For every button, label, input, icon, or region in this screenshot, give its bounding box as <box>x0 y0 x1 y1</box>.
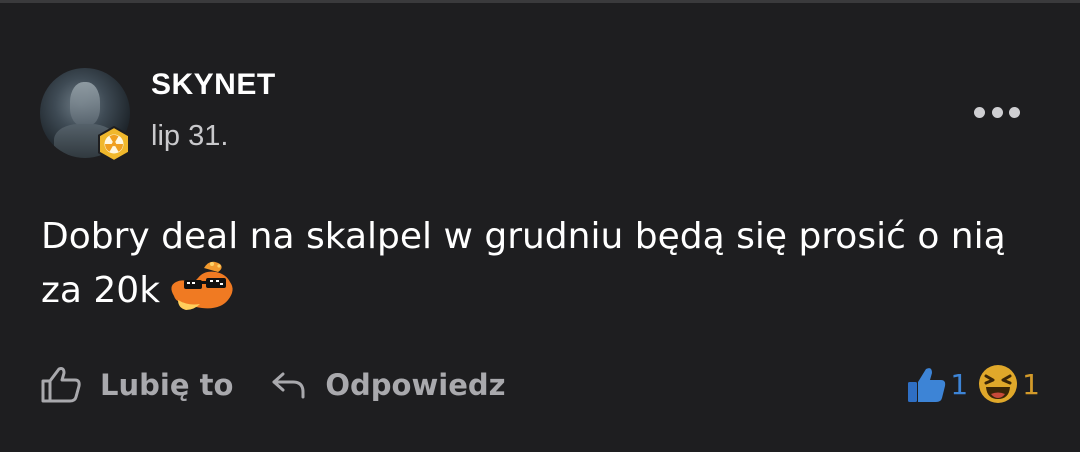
haha-count: 1 <box>1022 367 1040 401</box>
dot <box>1009 106 1020 118</box>
laughing-face-icon <box>979 365 1018 403</box>
comment-text-line: za 20k <box>41 270 161 311</box>
dot <box>974 106 985 118</box>
like-reaction[interactable]: 1 <box>904 362 968 406</box>
timestamp: lip 31. <box>151 120 229 152</box>
comment-text: Dobry deal na skalpel w grudniu będą się… <box>41 210 1041 318</box>
like-button[interactable]: Lubię to <box>40 366 233 404</box>
haha-reaction[interactable]: 1 <box>976 362 1040 406</box>
reply-label: Odpowiedz <box>325 368 506 402</box>
reply-arrow-icon <box>272 372 305 399</box>
author-name[interactable]: SKYNET <box>151 68 276 102</box>
reactions-summary[interactable]: 1 1 <box>904 358 1040 410</box>
radiation-badge-icon <box>98 126 130 162</box>
like-count: 1 <box>950 367 969 401</box>
thumbs-up-icon <box>41 367 81 403</box>
like-label: Lubię to <box>100 368 234 402</box>
like-reaction-icon <box>908 368 946 402</box>
comment-actions: Lubię to Odpowiedz <box>40 362 506 408</box>
reply-button[interactable]: Odpowiedz <box>271 368 506 402</box>
comment: SKYNET lip 31. Dobry deal na skalpel w g… <box>0 0 1080 452</box>
more-options-icon[interactable] <box>974 98 1020 126</box>
dot <box>991 106 1003 118</box>
sunglasses-dragon-emoji-icon <box>171 261 233 310</box>
avatar-face <box>70 82 100 126</box>
comment-text-line-2: za 20k <box>41 261 1041 318</box>
